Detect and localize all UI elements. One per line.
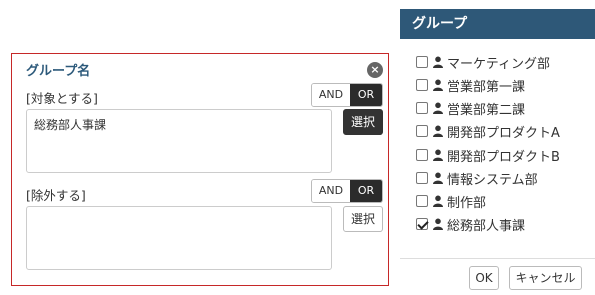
group-item-label: 制作部 xyxy=(447,195,487,211)
target-and-or-toggle: AND OR xyxy=(311,83,383,107)
target-textbox[interactable]: 総務部人事課 xyxy=(26,109,332,173)
group-checkbox[interactable] xyxy=(416,79,428,91)
close-icon[interactable]: × xyxy=(367,62,383,78)
group-panel-header: グループ xyxy=(400,9,595,39)
user-icon xyxy=(433,79,443,91)
exclude-select-button[interactable]: 選択 xyxy=(343,206,383,232)
user-icon xyxy=(433,56,443,68)
group-item[interactable]: 制作部 xyxy=(416,192,595,211)
group-item[interactable]: 総務部人事課 xyxy=(416,215,595,234)
group-checkbox[interactable] xyxy=(416,125,428,137)
group-item-label: 営業部第一課 xyxy=(447,79,526,95)
group-checkbox[interactable] xyxy=(416,149,428,161)
group-item-label: 営業部第二課 xyxy=(447,102,526,118)
user-icon xyxy=(433,172,443,184)
exclude-and-button[interactable]: AND xyxy=(312,180,350,202)
user-icon xyxy=(433,102,443,114)
exclude-or-button[interactable]: OR xyxy=(350,180,382,202)
ok-button[interactable]: OK xyxy=(469,266,499,290)
group-item[interactable]: マーケティング部 xyxy=(416,53,595,72)
target-select-button[interactable]: 選択 xyxy=(343,109,383,135)
group-checkbox[interactable] xyxy=(416,56,428,68)
group-item[interactable]: 営業部第一課 xyxy=(416,76,595,95)
group-item[interactable]: 営業部第二課 xyxy=(416,99,595,118)
group-name-title: グループ名 xyxy=(26,64,91,79)
cancel-button[interactable]: キャンセル xyxy=(509,266,582,290)
group-item-label: 情報システム部 xyxy=(447,172,538,188)
group-item[interactable]: 情報システム部 xyxy=(416,169,595,188)
group-item-label: 開発部プロダクトB xyxy=(447,149,560,165)
group-item-label: 総務部人事課 xyxy=(447,218,526,234)
group-checkbox[interactable] xyxy=(416,172,428,184)
target-or-button[interactable]: OR xyxy=(350,84,382,106)
exclude-textbox[interactable] xyxy=(26,206,332,270)
user-icon xyxy=(433,149,443,161)
exclude-label: [除外する] xyxy=(26,188,86,203)
group-editor-panel: グループ名 × [対象とする] AND OR 総務部人事課 選択 [除外する] … xyxy=(11,53,389,286)
group-item-label: マーケティング部 xyxy=(447,56,550,72)
group-item-label: 開発部プロダクトA xyxy=(447,125,560,141)
user-icon xyxy=(433,218,443,230)
group-item[interactable]: 開発部プロダクトB xyxy=(416,146,595,165)
group-item[interactable]: 開発部プロダクトA xyxy=(416,122,595,141)
target-label: [対象とする] xyxy=(26,91,98,106)
group-checkbox[interactable] xyxy=(416,218,428,230)
footer-divider xyxy=(400,258,595,259)
user-icon xyxy=(433,125,443,137)
target-and-button[interactable]: AND xyxy=(312,84,350,106)
exclude-and-or-toggle: AND OR xyxy=(311,179,383,203)
group-checkbox[interactable] xyxy=(416,195,428,207)
user-icon xyxy=(433,195,443,207)
group-checkbox[interactable] xyxy=(416,102,428,114)
